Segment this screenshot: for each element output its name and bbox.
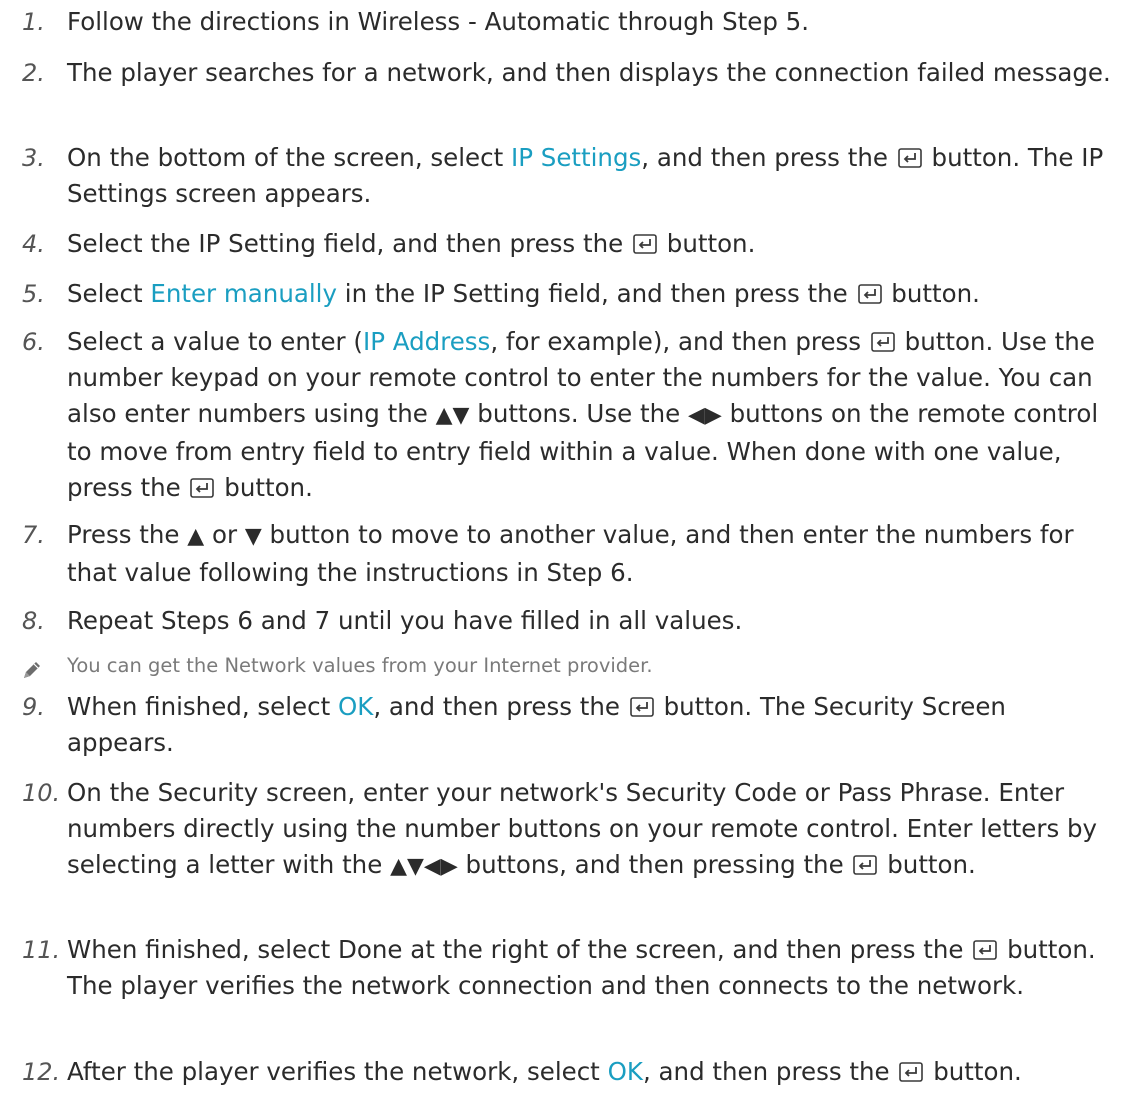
text-run: When finished, select Done at the right …: [67, 935, 972, 964]
step-number: 1.: [22, 8, 45, 36]
text-run: Select the IP Setting field, and then pr…: [67, 229, 631, 258]
text-run: , for example), and then press: [490, 327, 869, 356]
step-8: 8. Repeat Steps 6 and 7 until you have f…: [22, 603, 1117, 639]
arrow-keys-glyph: ▲▼: [435, 403, 470, 428]
text-run: or: [204, 520, 245, 549]
text-run: After the player verifies the network, s…: [67, 1057, 608, 1086]
step-number: 7.: [22, 521, 45, 549]
text-run: The player searches for a network, and t…: [67, 58, 1111, 87]
step-12: 12. After the player verifies the networ…: [22, 1054, 1117, 1090]
step-7: 7. Press the ▲ or ▼ button to move to an…: [22, 517, 1117, 589]
step-text: On the bottom of the screen, select IP S…: [67, 140, 1117, 212]
text-run: button.: [925, 1057, 1022, 1086]
step-11: 11. When finished, select Done at the ri…: [22, 932, 1117, 1040]
enter-button-icon: [857, 284, 882, 304]
text-run: Repeat Steps 6 and 7 until you have fill…: [67, 606, 743, 635]
note: You can get the Network values from your…: [22, 650, 1117, 682]
step-text: Press the ▲ or ▼ button to move to anoth…: [67, 517, 1117, 591]
step-number: 11.: [22, 936, 61, 964]
enter-button-icon: [853, 855, 878, 875]
text-run: When finished, select: [67, 692, 338, 721]
step-text: On the Security screen, enter your netwo…: [67, 775, 1117, 885]
step-text: After the player verifies the network, s…: [67, 1054, 1117, 1090]
text-run: in the IP Setting field, and then press …: [336, 279, 856, 308]
step-number: 3.: [22, 144, 45, 172]
highlighted-term: OK: [337, 692, 374, 721]
enter-button-icon: [190, 478, 215, 498]
text-run: , and then press the: [641, 143, 896, 172]
step-number: 8.: [22, 607, 45, 635]
step-text: The player searches for a network, and t…: [67, 55, 1117, 91]
highlighted-term: IP Address: [362, 327, 491, 356]
highlighted-term: OK: [607, 1057, 643, 1086]
text-run: On the bottom of the screen, select: [67, 143, 511, 172]
step-text: Follow the directions in Wireless - Auto…: [67, 4, 1117, 40]
step-text: Repeat Steps 6 and 7 until you have fill…: [67, 603, 1117, 639]
text-run: Select: [67, 279, 151, 308]
step-text: Select the IP Setting field, and then pr…: [67, 226, 1117, 262]
enter-button-icon: [633, 234, 657, 254]
arrow-keys-glyph: ▼: [244, 524, 262, 549]
text-run: Select a value to enter (: [67, 327, 363, 356]
step-number: 10.: [22, 779, 61, 807]
enter-button-icon: [897, 148, 922, 168]
step-text: When finished, select Done at the right …: [67, 932, 1117, 1004]
step-number: 4.: [22, 230, 45, 258]
arrow-keys-glyph: ◀▶: [687, 403, 722, 428]
highlighted-term: Enter manually: [150, 279, 337, 308]
step-4: 4. Select the IP Setting field, and then…: [22, 226, 1117, 262]
text-run: buttons, and then pressing the: [457, 850, 852, 879]
arrow-keys-glyph: ▲: [187, 524, 205, 549]
step-10: 10. On the Security screen, enter your n…: [22, 775, 1117, 919]
text-run: button.: [879, 850, 976, 879]
text-run: buttons. Use the: [469, 399, 688, 428]
text-run: button.: [883, 279, 980, 308]
highlighted-term: IP Settings: [511, 143, 642, 172]
step-number: 6.: [22, 328, 45, 356]
text-run: Follow the directions in Wireless - Auto…: [67, 7, 810, 36]
arrow-keys-glyph: ▲▼◀▶: [390, 854, 458, 879]
note-text: You can get the Network values from your…: [67, 654, 653, 677]
step-6: 6. Select a value to enter (IP Address, …: [22, 324, 1117, 504]
text-run: button.: [216, 473, 313, 502]
step-number: 12.: [22, 1058, 61, 1086]
text-run: button.: [658, 229, 756, 258]
step-9: 9. When finished, select OK, and then pr…: [22, 689, 1117, 761]
step-1: 1. Follow the directions in Wireless - A…: [22, 4, 1117, 40]
enter-button-icon: [871, 332, 895, 352]
step-number: 9.: [22, 693, 45, 721]
enter-button-icon: [973, 940, 998, 960]
step-5: 5. Select Enter manually in the IP Setti…: [22, 276, 1117, 312]
step-text: Select a value to enter (IP Address, for…: [67, 324, 1117, 506]
step-text: Select Enter manually in the IP Setting …: [67, 276, 1117, 312]
text-run: , and then press the: [642, 1057, 898, 1086]
step-text: When finished, select OK, and then press…: [67, 689, 1117, 761]
enter-button-icon: [629, 697, 654, 717]
enter-button-icon: [899, 1062, 924, 1082]
step-3: 3. On the bottom of the screen, select I…: [22, 140, 1117, 212]
step-number: 5.: [22, 280, 45, 308]
step-2: 2. The player searches for a network, an…: [22, 55, 1117, 127]
text-run: , and then press the: [373, 692, 628, 721]
step-number: 2.: [22, 59, 45, 87]
pencil-icon: [22, 660, 42, 680]
text-run: Press the: [67, 520, 188, 549]
